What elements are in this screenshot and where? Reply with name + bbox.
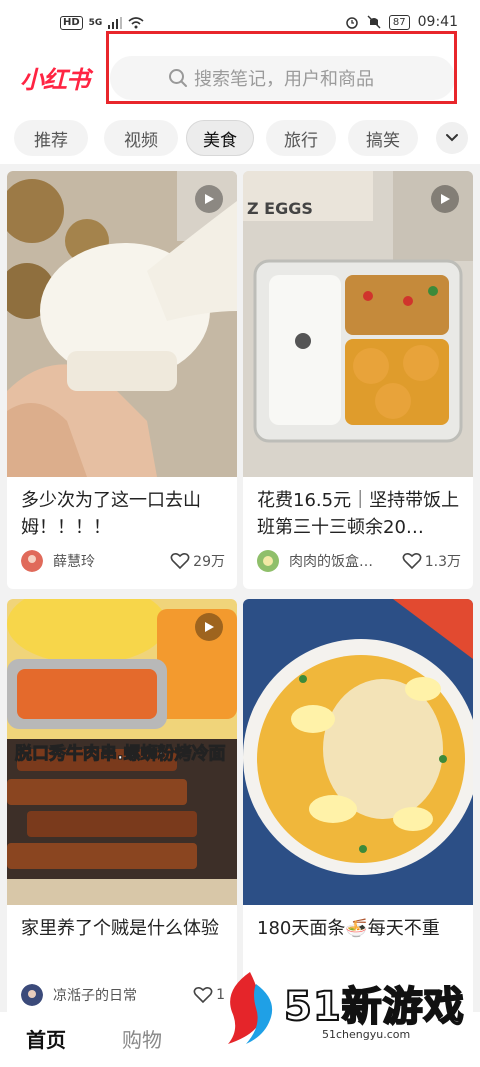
app-logo[interactable]: 小红书 (20, 60, 90, 95)
avatar[interactable] (21, 550, 43, 572)
battery-indicator: 87 (388, 14, 410, 30)
hd-indicator: HD (60, 16, 83, 30)
signal-5g-indicator: 5G (88, 18, 103, 28)
like-count: 29万 (193, 554, 225, 570)
clock: 09:41 (417, 14, 458, 30)
author-name[interactable]: 凉湉子的日常 (53, 985, 193, 1005)
like-count: 1.3万 (424, 554, 461, 570)
tab-funny[interactable]: 搞笑 (348, 120, 418, 156)
category-tabs: 推荐 视频 美食 旅行 搞笑 (0, 112, 480, 164)
play-icon (441, 194, 450, 204)
video-badge (195, 613, 223, 641)
feed-card[interactable]: 180天面条🍜每天不重 (243, 599, 473, 1019)
author-name[interactable]: 肉肉的饭盒… (289, 551, 402, 571)
avatar[interactable] (257, 550, 279, 572)
like-button[interactable]: 29万 (170, 551, 225, 571)
tab-recommend[interactable]: 推荐 (14, 120, 88, 156)
video-badge (431, 185, 459, 213)
avatar[interactable] (21, 984, 43, 1006)
heart-icon (402, 552, 422, 570)
card-title: 多少次为了这一口去山姆！！！！ (21, 490, 201, 538)
search-highlight-frame (106, 31, 457, 104)
like-button[interactable]: 1.3万 (402, 551, 461, 571)
tab-food[interactable]: 美食 (186, 120, 254, 156)
watermark: 51新游戏 51chengyu.com (222, 970, 472, 1050)
chevron-down-icon (446, 134, 458, 142)
play-icon (205, 622, 214, 632)
heart-icon (170, 552, 190, 570)
like-button[interactable]: 1 (193, 986, 225, 1004)
image-text-eggs: Z EGGS (247, 199, 313, 218)
heart-icon (193, 986, 213, 1004)
card-meta: 薛慧玲 29万 (21, 549, 225, 573)
video-badge (195, 185, 223, 213)
card-title: 花费16.5元｜坚持带饭上班第三十三顿余20… (257, 490, 460, 538)
card-title: 180天面条🍜每天不重 (257, 918, 440, 939)
mute-icon (367, 15, 381, 29)
nav-home[interactable]: 首页 (26, 1024, 66, 1053)
author-name[interactable]: 薛慧玲 (53, 551, 170, 571)
watermark-logo (228, 972, 273, 1044)
card-cover-image (7, 171, 237, 477)
card-meta: 凉湉子的日常 1 (21, 983, 225, 1007)
alarm-icon (346, 17, 358, 29)
feed-card[interactable]: 多少次为了这一口去山姆！！！！ 薛慧玲 29万 (7, 171, 237, 589)
nav-shop[interactable]: 购物 (122, 1024, 162, 1053)
feed-card[interactable]: Z EGGS 花费16.5元｜坚持带饭上班第三十三顿余20… 肉肉的饭盒… 1.… (243, 171, 473, 589)
tabs-expand-button[interactable] (436, 122, 468, 154)
card-meta: 肉肉的饭盒… 1.3万 (257, 549, 461, 573)
card-cover-image (243, 599, 473, 905)
watermark-url: 51chengyu.com (322, 1028, 411, 1041)
tab-video[interactable]: 视频 (104, 120, 178, 156)
play-icon (205, 194, 214, 204)
tab-travel[interactable]: 旅行 (266, 120, 336, 156)
signal-bars-icon (108, 17, 123, 29)
watermark-brand: 51新游戏 (283, 983, 465, 1031)
card-title: 家里养了个贼是什么体验 (21, 918, 219, 939)
wifi-icon (128, 17, 144, 29)
video-overlay-caption: 脱口秀牛肉串.螺蛳粉烤冷面 (14, 744, 226, 765)
feed-card[interactable]: 脱口秀牛肉串.螺蛳粉烤冷面 家里养了个贼是什么体验 凉湉子的日常 1 (7, 599, 237, 1019)
